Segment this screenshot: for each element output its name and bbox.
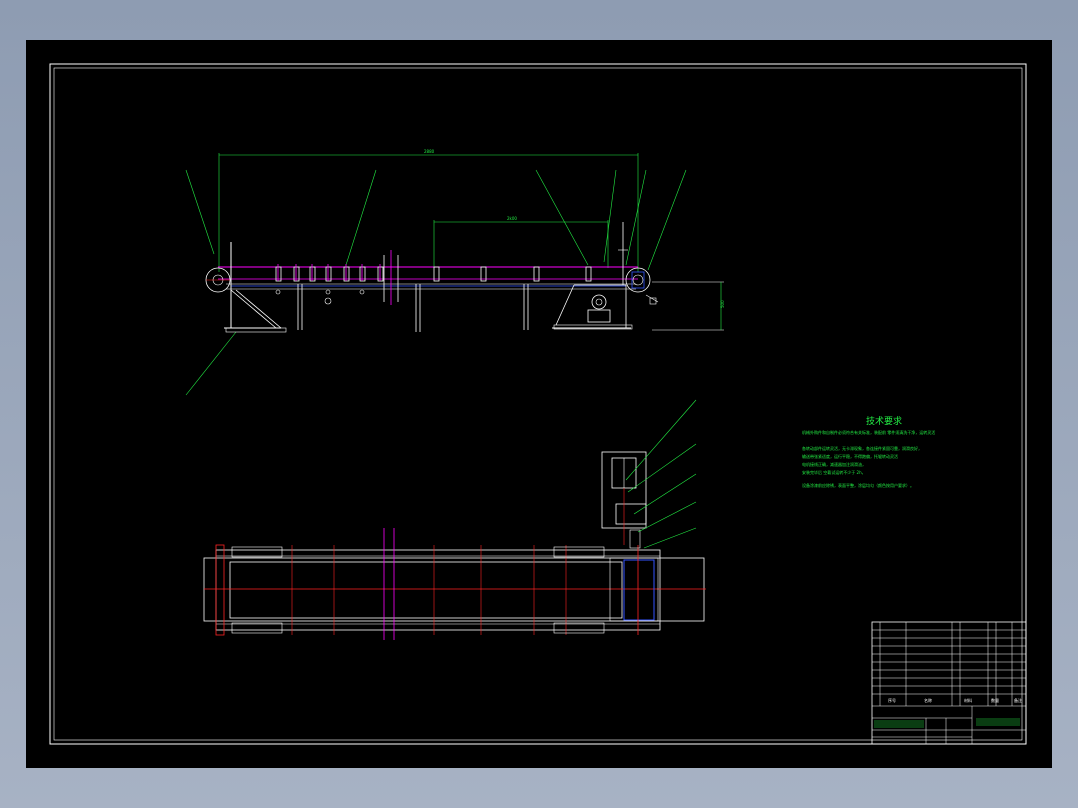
- inner-frame: [53, 67, 1023, 741]
- cad-viewport[interactable]: 2880 2k00 500 技术要求 机械外购件和自制件必须符合有关标准，装配前…: [26, 40, 1052, 768]
- side-elevation-view: 2880 2k00 500: [185, 149, 725, 396]
- outer-frame: [49, 63, 1027, 745]
- plan-view: [203, 399, 706, 640]
- tb-header-no: 序号: [888, 697, 896, 703]
- tb-header-name: 名称: [924, 697, 932, 703]
- tb-header-note: 备注: [1014, 697, 1022, 703]
- notes-line-4: 输送带张紧适度，运行平稳，不得跑偏，托辊转动灵活: [802, 453, 898, 459]
- notes-line-5: 电机接线正确，减速器加注润滑油，: [802, 461, 866, 467]
- tb-header-qty: 数量: [991, 697, 999, 703]
- cad-drawing-canvas[interactable]: 2880 2k00 500 技术要求 机械外购件和自制件必须符合有关标准，装配前…: [26, 40, 1052, 768]
- notes-line-3: 各转动部件运转灵活，无卡滞现象，各连接件紧固可靠，润滑良好，: [802, 445, 922, 451]
- notes-line-7: 设备涂漆前应除锈，表面平整，涂层均匀（颜色按用户要求）。: [802, 482, 914, 488]
- tb-header-mat: 材料: [964, 697, 972, 703]
- dim-side-height: 500: [720, 300, 725, 308]
- notes-line-6: 安装完毕后 空载试运转不少于 2h，: [802, 469, 866, 475]
- notes-title: 技术要求: [866, 415, 902, 427]
- technical-notes: 技术要求 机械外购件和自制件必须符合有关标准，装配前 零件须清洗干净，运转灵活 …: [802, 415, 935, 488]
- title-block: 序号 名称 材料 数量 备注 带式输送机总装图: [871, 621, 1027, 745]
- dim-overall-length: 2880: [424, 149, 435, 154]
- dim-span-length: 2k00: [507, 216, 517, 221]
- notes-line-1: 机械外购件和自制件必须符合有关标准，装配前 零件须清洗干净，运转灵活: [802, 429, 935, 435]
